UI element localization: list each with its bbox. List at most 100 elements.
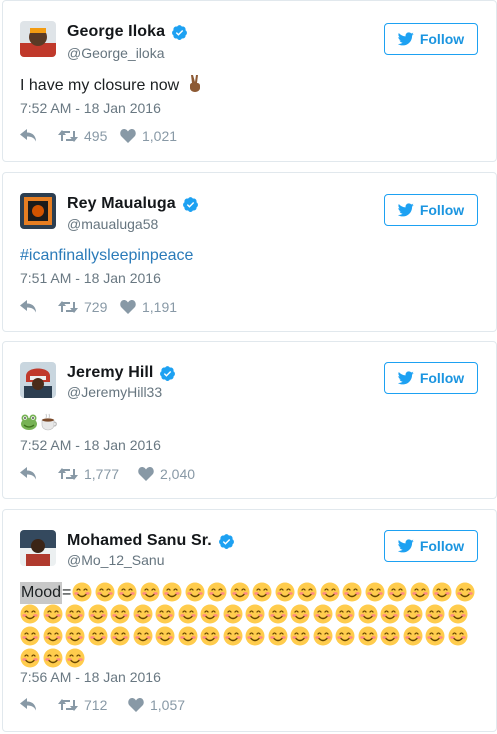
smiling-face-icon — [252, 582, 272, 602]
timestamp[interactable]: 7:51 AM - 18 Jan 2016 — [20, 270, 161, 286]
follow-button[interactable]: Follow — [384, 362, 478, 394]
handle[interactable]: @Mo_12_Sanu — [67, 552, 165, 568]
tweet-card: Jeremy Hill @JeremyHill33 Follow 7:52 AM… — [2, 341, 497, 499]
twitter-bird-icon — [397, 371, 414, 385]
smiling-face-icon — [88, 626, 107, 646]
reply-icon — [20, 300, 36, 313]
smiling-face-icon — [425, 626, 445, 646]
reply-button[interactable] — [20, 300, 58, 314]
like-button[interactable]: 1,021 — [120, 128, 177, 144]
tweet-text — [20, 413, 58, 431]
tweet-card: Rey Maualuga @maualuga58 Follow #icanfin… — [2, 172, 497, 332]
tweet-actions: 712 1,057 — [20, 697, 185, 713]
smiling-face-icon — [245, 604, 265, 624]
avatar[interactable] — [20, 193, 56, 229]
smiling-face-icon — [268, 626, 287, 646]
smiling-face-icon — [380, 626, 400, 646]
smiling-face-icon — [335, 626, 355, 646]
smiling-face-icon — [72, 582, 92, 602]
tweet-card: George Iloka @George_iloka Follow I have… — [2, 0, 497, 162]
follow-button[interactable]: Follow — [384, 194, 478, 226]
retweet-count: 729 — [84, 299, 108, 315]
retweet-icon — [58, 699, 78, 711]
smiling-face-icon — [313, 626, 332, 646]
smiling-face-icon — [43, 626, 62, 646]
smiling-face-icon — [133, 626, 152, 646]
smiling-face-icon — [88, 604, 107, 624]
smiling-face-icon — [335, 604, 355, 624]
smiling-face-icon — [200, 604, 220, 624]
equals-sign: = — [62, 584, 72, 601]
smiling-face-icon — [155, 604, 175, 624]
avatar[interactable] — [20, 530, 56, 566]
smiling-face-icon — [140, 582, 160, 602]
tweet-actions: 729 1,191 — [20, 299, 177, 315]
avatar[interactable] — [20, 21, 56, 57]
display-name[interactable]: George Iloka — [67, 23, 165, 41]
verified-badge-icon — [218, 533, 234, 549]
reply-button[interactable] — [20, 129, 58, 143]
tweet-actions: 1,777 2,040 — [20, 466, 195, 482]
mood-word: Mood — [20, 582, 63, 604]
display-name[interactable]: Jeremy Hill — [67, 364, 153, 382]
smiling-face-icon — [110, 626, 130, 646]
smiling-face-icon — [133, 604, 152, 624]
smiling-face-icon — [117, 582, 137, 602]
hashtag-link[interactable]: #icanfinallysleepinpeace — [20, 245, 193, 267]
tweet-card: Mohamed Sanu Sr. @Mo_12_Sanu Follow Mood… — [2, 509, 497, 732]
smiling-face-icon — [65, 626, 85, 646]
handle[interactable]: @George_iloka — [67, 45, 165, 61]
smiling-face-icon — [275, 582, 295, 602]
tweet-text: Mood = — [20, 582, 480, 670]
retweet-button[interactable]: 495 — [58, 128, 120, 144]
timestamp[interactable]: 7:56 AM - 18 Jan 2016 — [20, 669, 161, 685]
retweet-count: 1,777 — [84, 466, 120, 482]
follow-label: Follow — [419, 31, 465, 47]
twitter-bird-icon — [397, 539, 414, 553]
timestamp[interactable]: 7:52 AM - 18 Jan 2016 — [20, 100, 161, 116]
like-button[interactable]: 1,057 — [128, 697, 185, 713]
twitter-bird-icon — [397, 203, 414, 217]
follow-button[interactable]: Follow — [384, 23, 478, 55]
retweet-button[interactable]: 1,777 — [58, 466, 138, 482]
smiling-face-icon — [410, 582, 430, 602]
follow-label: Follow — [419, 538, 465, 554]
retweet-count: 712 — [84, 697, 108, 713]
verified-badge-icon — [182, 196, 198, 212]
verified-badge-icon — [160, 365, 176, 381]
display-name[interactable]: Mohamed Sanu Sr. — [67, 532, 212, 550]
like-button[interactable]: 1,191 — [120, 299, 177, 315]
avatar[interactable] — [20, 362, 56, 398]
smiling-face-icon — [162, 582, 182, 602]
tweet-text: I have my closure now — [20, 74, 205, 97]
retweet-button[interactable]: 712 — [58, 697, 128, 713]
handle[interactable]: @maualuga58 — [67, 216, 158, 232]
reply-icon — [20, 129, 36, 142]
smiling-face-icon — [455, 582, 475, 602]
display-name[interactable]: Rey Maualuga — [67, 195, 176, 213]
tweet-actions: 495 1,021 — [20, 128, 177, 144]
follow-label: Follow — [419, 202, 465, 218]
smiling-face-icon — [65, 648, 85, 668]
heart-icon — [120, 300, 136, 314]
follow-button[interactable]: Follow — [384, 530, 478, 562]
timestamp[interactable]: 7:52 AM - 18 Jan 2016 — [20, 437, 161, 453]
victory-hand-icon — [189, 75, 200, 92]
smiling-face-icon — [290, 626, 310, 646]
reply-button[interactable] — [20, 698, 58, 712]
smiling-face-icon — [20, 604, 40, 624]
hot-beverage-icon — [41, 413, 57, 431]
retweet-button[interactable]: 729 — [58, 299, 120, 315]
retweet-icon — [58, 130, 78, 142]
heart-icon — [120, 129, 136, 143]
smiling-face-icon — [268, 604, 287, 624]
smiling-face-icon — [448, 626, 467, 646]
reply-button[interactable] — [20, 467, 58, 481]
smiling-face-icon — [207, 582, 227, 602]
handle[interactable]: @JeremyHill33 — [67, 384, 162, 400]
retweet-count: 495 — [84, 128, 108, 144]
smiling-face-icon — [358, 626, 377, 646]
like-button[interactable]: 2,040 — [138, 466, 195, 482]
smiling-face-icon — [245, 626, 265, 646]
smiling-face-icon — [43, 604, 62, 624]
